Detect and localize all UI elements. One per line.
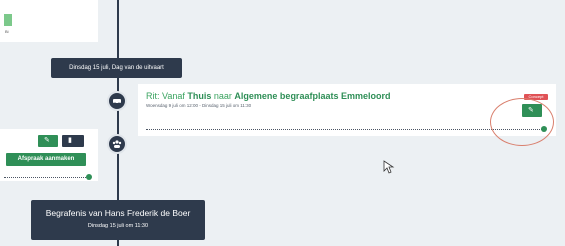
funeral-title: Begrafenis van Hans Frederik de Boer [45,208,191,218]
ride-title: Rit: Vanaf Thuis naar Algemene begraafpl… [146,91,390,101]
appointment-edit-button[interactable]: ✎ [38,135,58,147]
ride-to: Algemene begraafplaats Emmeloord [234,91,391,101]
thumbnail [4,14,12,26]
dotted-divider [4,177,88,178]
date-header-uitvaart: Dinsdag 15 juli, Dag van de uitvaart [51,58,182,78]
ride-subtitle: Woensdag 9 juli om 12:00 - Dinsdag 15 ju… [146,103,252,108]
ride-mid: naar [213,91,232,101]
thumbnail-label: Bi [5,29,9,34]
people-icon [107,134,127,154]
ride-from: Thuis [187,91,212,101]
car-icon [107,91,127,111]
make-appointment-button[interactable]: Afspraak aanmaken [6,153,86,166]
mouse-cursor-icon [383,160,395,174]
appointment-delete-button[interactable]: ▮ [62,135,84,147]
trash-icon: ▮ [68,137,72,144]
previous-item-card: Bi [0,0,98,42]
highlight-annotation [490,98,554,146]
dotted-divider [146,129,544,130]
ride-prefix: Rit: Vanaf [146,91,185,101]
timeline-end-dot [86,174,92,180]
funeral-date: Dinsdag 15 juli om 11:30 [87,223,149,229]
edit-icon: ✎ [44,137,50,144]
funeral-header: Begrafenis van Hans Frederik de Boer Din… [31,200,205,240]
